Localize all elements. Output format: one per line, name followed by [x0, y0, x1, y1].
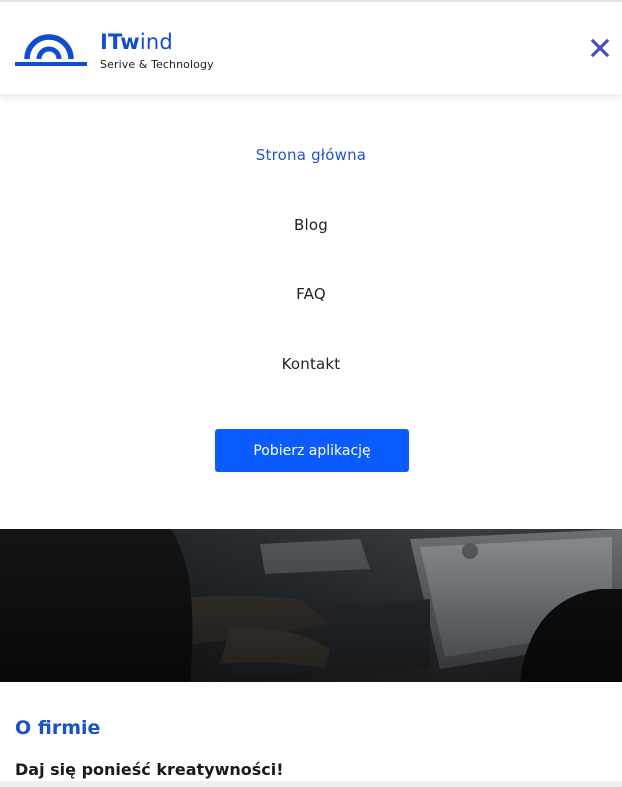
menu-item-contact[interactable]: Kontakt [0, 355, 622, 373]
site-header: ITwind Serive & Technology [0, 2, 622, 94]
hero-photo [0, 529, 622, 682]
close-icon [590, 38, 610, 58]
logo[interactable]: ITwind Serive & Technology [15, 29, 214, 71]
download-app-button[interactable]: Pobierz aplikację [215, 429, 409, 472]
brand-tagline: Serive & Technology [100, 58, 214, 71]
brand-name-bold: ITw [100, 30, 140, 54]
about-subtitle: Daj się ponieść kreatywności! [15, 760, 284, 779]
menu-item-faq[interactable]: FAQ [0, 285, 622, 303]
menu-item-home[interactable]: Strona główna [0, 146, 622, 164]
mobile-menu: Strona główna Blog FAQ Kontakt Pobierz a… [0, 94, 622, 529]
logo-text: ITwind Serive & Technology [100, 29, 214, 71]
about-title: O firmie [15, 717, 101, 739]
brand-name: ITwind [100, 29, 214, 55]
page: ITwind Serive & Technology Strona główna… [0, 0, 622, 787]
hero-image [0, 529, 622, 682]
logo-mark-icon [15, 34, 87, 66]
bottom-strip [0, 781, 622, 787]
close-menu-button[interactable] [588, 36, 612, 60]
menu-item-blog[interactable]: Blog [0, 216, 622, 234]
brand-name-light: ind [139, 30, 173, 54]
